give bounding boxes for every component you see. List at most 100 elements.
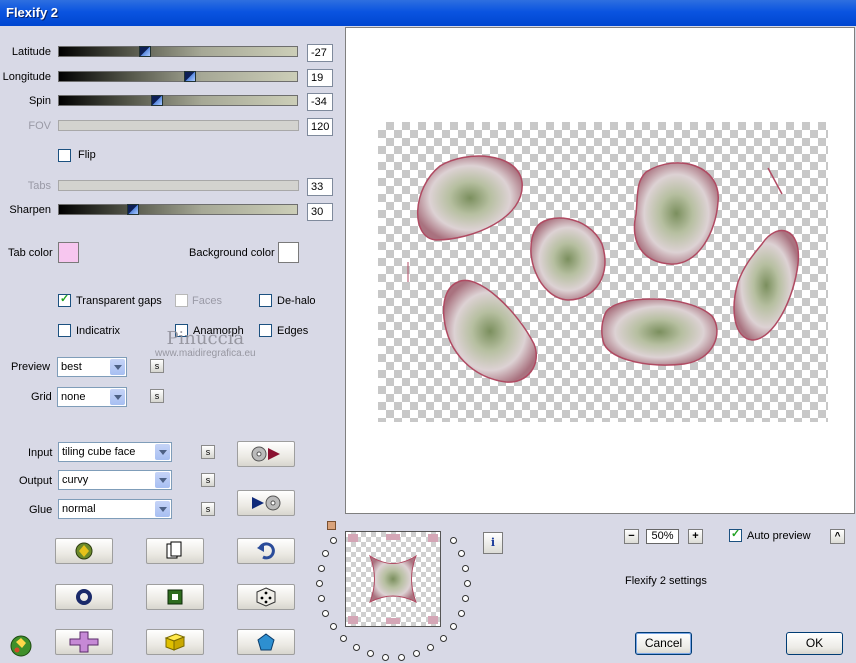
zoom-level: 50% xyxy=(646,529,679,544)
dial-dot[interactable] xyxy=(462,564,470,572)
spin-label: Spin xyxy=(28,95,51,107)
title-bar[interactable]: Flexify 2 xyxy=(0,0,856,26)
dial-dot[interactable] xyxy=(317,564,325,572)
dial-dot[interactable] xyxy=(382,653,390,661)
dial-dot[interactable] xyxy=(449,536,457,544)
output-select-value: curvy xyxy=(62,474,89,486)
dial-dot[interactable] xyxy=(322,610,330,618)
flip-label: Flip xyxy=(78,149,96,161)
undo-button[interactable] xyxy=(237,538,295,564)
ring-icon xyxy=(76,589,92,605)
spin-value[interactable]: -34 xyxy=(307,93,333,111)
background-color-swatch[interactable] xyxy=(278,242,299,263)
dial-dot[interactable] xyxy=(367,650,375,658)
grid-select[interactable]: none xyxy=(57,387,127,407)
chevron-down-icon[interactable] xyxy=(110,359,125,375)
orientation-handle[interactable] xyxy=(327,521,336,530)
settings-label: Flexify 2 settings xyxy=(625,575,707,587)
auto-preview-checkbox[interactable]: ✓ xyxy=(729,528,742,542)
tab-color-swatch[interactable] xyxy=(58,242,79,263)
flexify-window: Flexify 2 Latitude -27 Longitude 19 Spin… xyxy=(0,0,856,663)
glue-select[interactable]: normal xyxy=(58,499,172,519)
preview-shapes xyxy=(407,155,800,383)
spin-thumb[interactable] xyxy=(150,95,163,106)
info-button[interactable]: i xyxy=(483,532,503,554)
fov-slider xyxy=(58,120,299,131)
copy-button[interactable] xyxy=(146,538,204,564)
zoom-in-button[interactable]: + xyxy=(688,529,703,544)
dial-dot[interactable] xyxy=(427,644,434,652)
spin-slider[interactable] xyxy=(58,95,298,106)
dial-dot[interactable] xyxy=(449,623,457,631)
load-input-button[interactable] xyxy=(237,441,295,467)
indicatrix-checkbox[interactable] xyxy=(58,324,71,337)
grid-lock-button[interactable]: s xyxy=(150,389,164,403)
dial-dot[interactable] xyxy=(462,595,470,603)
shape-6 xyxy=(733,229,800,341)
latitude-thumb[interactable] xyxy=(138,46,151,57)
transparent-gaps-checkbox[interactable]: ✓ xyxy=(58,293,71,307)
dial-dot[interactable] xyxy=(464,580,471,587)
input-lock-button[interactable]: s xyxy=(201,445,215,459)
longitude-thumb[interactable] xyxy=(183,71,196,82)
preview-pane[interactable] xyxy=(345,27,855,514)
de-halo-checkbox[interactable] xyxy=(259,294,272,307)
check-icon: ✓ xyxy=(731,528,741,540)
dial-dot[interactable] xyxy=(322,549,330,557)
sharpen-thumb[interactable] xyxy=(126,204,139,215)
dial-dot[interactable] xyxy=(330,623,338,631)
watermark: Pinuccia www.maidiregrafica.eu xyxy=(155,330,256,360)
output-select[interactable]: curvy xyxy=(58,470,172,490)
cross-icon xyxy=(69,631,99,653)
randomize-button[interactable] xyxy=(55,538,113,564)
flip-checkbox[interactable] xyxy=(58,149,71,162)
output-lock-button[interactable]: s xyxy=(201,473,215,487)
chevron-down-icon[interactable] xyxy=(110,389,125,405)
pentagon-button[interactable] xyxy=(237,629,295,655)
cube-button[interactable] xyxy=(146,629,204,655)
ring-button[interactable] xyxy=(55,584,113,610)
latitude-slider[interactable] xyxy=(58,46,298,57)
randomize-icon xyxy=(75,542,93,560)
zoom-out-button[interactable]: − xyxy=(624,529,639,544)
input-select-value: tiling cube face xyxy=(62,446,136,458)
dial-dot[interactable] xyxy=(457,549,465,557)
preview-select[interactable]: best xyxy=(57,357,127,377)
cancel-button[interactable]: Cancel xyxy=(635,632,692,655)
dial-dot[interactable] xyxy=(457,610,465,618)
dial-dot[interactable] xyxy=(340,634,348,642)
glue-select-value: normal xyxy=(62,503,96,515)
cross-button[interactable] xyxy=(55,629,113,655)
frame-button[interactable] xyxy=(146,584,204,610)
sharpen-value[interactable]: 30 xyxy=(307,203,333,221)
transparent-gaps-label: Transparent gaps xyxy=(76,295,162,307)
dial-dot[interactable] xyxy=(397,653,405,661)
ok-button[interactable]: OK xyxy=(786,632,843,655)
sharpen-slider[interactable] xyxy=(58,204,298,215)
collapse-button[interactable]: ^ xyxy=(830,529,845,544)
chevron-down-icon[interactable] xyxy=(155,444,170,460)
latitude-label: Latitude xyxy=(11,46,51,58)
dial-dot[interactable] xyxy=(412,650,420,658)
save-output-button[interactable] xyxy=(237,490,295,516)
longitude-value[interactable]: 19 xyxy=(307,69,333,87)
dial-dot[interactable] xyxy=(330,536,338,544)
chevron-down-icon[interactable] xyxy=(155,501,170,517)
dial-dot[interactable] xyxy=(353,644,360,652)
glue-lock-button[interactable]: s xyxy=(201,502,215,516)
chevron-down-icon[interactable] xyxy=(155,472,170,488)
dial-dot[interactable] xyxy=(316,580,323,587)
thumbnail-shape xyxy=(348,534,438,624)
latitude-value[interactable]: -27 xyxy=(307,44,333,62)
input-select[interactable]: tiling cube face xyxy=(58,442,172,462)
longitude-slider[interactable] xyxy=(58,71,298,82)
dial-dot[interactable] xyxy=(317,595,325,603)
dial-dot[interactable] xyxy=(439,634,447,642)
dice-button[interactable] xyxy=(237,584,295,610)
preview-lock-button[interactable]: s xyxy=(150,359,164,373)
navigator-thumbnail[interactable] xyxy=(345,531,441,627)
grid-select-value: none xyxy=(61,391,86,403)
play-disc-icon xyxy=(252,495,281,511)
edges-checkbox[interactable] xyxy=(259,324,272,337)
fov-label: FOV xyxy=(28,120,51,132)
